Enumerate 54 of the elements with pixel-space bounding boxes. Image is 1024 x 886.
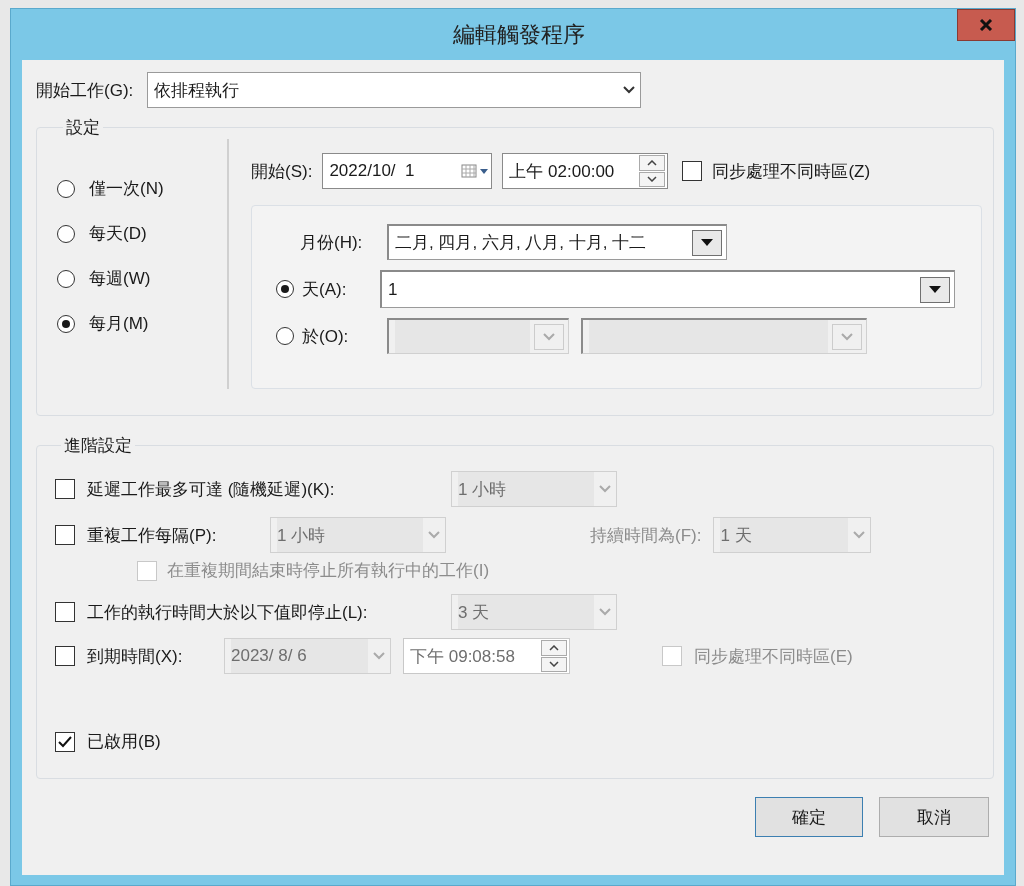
chevron-down-icon: [427, 530, 441, 540]
radio-label: 每週(W): [89, 268, 151, 290]
radio-label: 天(A):: [302, 278, 347, 301]
radio-label: 於(O):: [302, 325, 349, 348]
dropdown-field[interactable]: 1: [380, 270, 955, 308]
close-icon: [979, 19, 993, 31]
chevron-down-icon: [622, 85, 637, 95]
checkbox[interactable]: [682, 161, 703, 181]
chevron-down-icon: [372, 651, 386, 661]
dropdown-field[interactable]: [581, 318, 867, 354]
close-button[interactable]: [957, 9, 1015, 41]
spin-buttons[interactable]: [639, 155, 666, 187]
dropdown-field[interactable]: 二月, 四月, 六月, 八月, 十月, 十二: [387, 224, 727, 260]
radio-button[interactable]: [57, 314, 75, 333]
chevron-down-icon: [598, 607, 612, 617]
caret-down-icon: [701, 239, 713, 246]
radio-label: 每天(D): [89, 223, 147, 245]
checkbox-label: 已啟用(B): [87, 731, 161, 753]
radio-label: 每月(M): [89, 313, 149, 335]
checkbox-label: 重複工作每隔(P):: [87, 524, 218, 547]
checkbox-label: 同步處理不同時區(E): [694, 645, 853, 668]
chevron-down-icon: [542, 331, 556, 342]
time-field[interactable]: 上午 02:00:00: [502, 153, 669, 189]
dropdown-field[interactable]: 依排程執行: [147, 72, 642, 108]
group-title: 進階設定: [63, 435, 133, 457]
field-label: 開始工作(G):: [36, 79, 134, 102]
cancel-button[interactable]: 取消: [879, 797, 989, 837]
field-label: 持續時間為(F):: [590, 524, 702, 547]
chevron-down-icon: [598, 484, 612, 494]
radio-button[interactable]: [57, 224, 75, 243]
checkbox-label: 到期時間(X):: [87, 645, 184, 668]
checkbox[interactable]: [55, 731, 75, 752]
checkmark-icon: [57, 734, 73, 749]
ok-button[interactable]: 確定: [755, 797, 863, 837]
group-title: 設定: [65, 117, 101, 139]
date-field[interactable]: 2022/10/ 1: [322, 153, 493, 189]
spin-buttons[interactable]: [541, 640, 567, 672]
radio-button[interactable]: [57, 269, 75, 288]
checkbox-label: 在重複期間結束時停止所有執行中的工作(I): [167, 560, 490, 582]
radio-button[interactable]: [57, 179, 75, 198]
checkbox-label: 同步處理不同時區(Z): [712, 160, 871, 183]
radio-label: 僅一次(N): [89, 178, 164, 200]
caret-down-icon: [929, 286, 941, 293]
radio-button[interactable]: [276, 327, 294, 345]
field-label: 開始(S):: [251, 160, 313, 183]
chevron-down-icon: [840, 331, 854, 342]
radio-button[interactable]: [276, 280, 294, 298]
checkbox-label: 延遲工作最多可達 (隨機延遲)(K):: [87, 478, 336, 501]
chevron-down-icon: [852, 530, 867, 540]
dropdown-field[interactable]: [387, 318, 569, 354]
field-label: 月份(H):: [299, 231, 364, 254]
calendar-icon: [461, 164, 490, 178]
checkbox-label: 工作的執行時間大於以下值即停止(L):: [87, 601, 369, 624]
window-title: 編輯觸發程序: [452, 20, 585, 49]
